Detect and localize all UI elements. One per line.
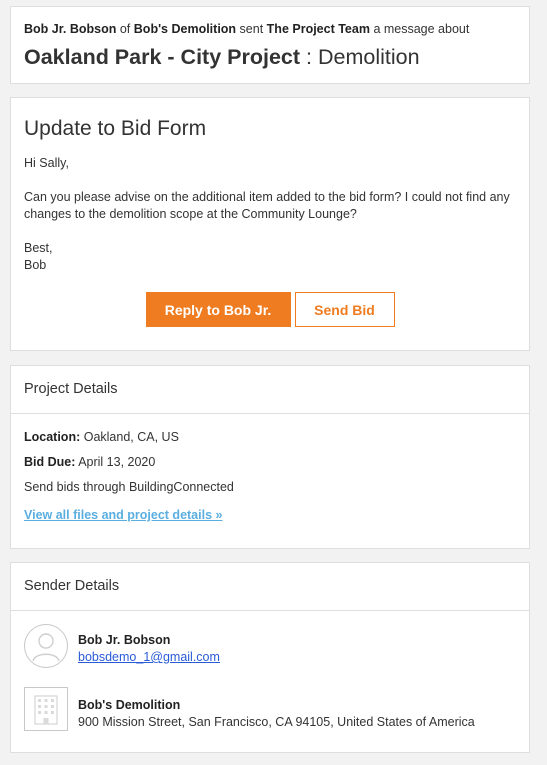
sender-person-name: Bob Jr. Bobson: [78, 633, 171, 647]
sender-company-address: 900 Mission Street, San Francisco, CA 94…: [78, 715, 475, 729]
bid-due-value: April 13, 2020: [78, 455, 156, 469]
message-body: Hi Sally, Can you please advise on the a…: [24, 155, 516, 275]
project-details-heading: Project Details: [11, 366, 529, 414]
location-value: Oakland, CA, US: [83, 430, 179, 444]
send-bid-button[interactable]: Send Bid: [294, 292, 395, 327]
view-project-details-link[interactable]: View all files and project details »: [24, 508, 222, 522]
sender-details-heading: Sender Details: [11, 563, 529, 611]
send-bids-note: Send bids through BuildingConnected: [24, 480, 234, 494]
sender-email-link[interactable]: bobsdemo_1@gmail.com: [78, 650, 220, 664]
location-label: Location:: [24, 430, 81, 444]
bid-due-label: Bid Due:: [24, 455, 76, 469]
message-card: Update to Bid Form Hi Sally, Can you ple…: [10, 97, 530, 351]
sender-company-row: Bob's Demolition 900 Mission Street, San…: [24, 687, 516, 733]
project-details-body: Location: Oakland, CA, US Bid Due: April…: [11, 414, 529, 522]
user-avatar-icon: [24, 624, 68, 668]
reply-button[interactable]: Reply to Bob Jr.: [145, 292, 291, 327]
project-title: Oakland Park - City Project : Demolition: [24, 43, 516, 71]
sent-text: sent: [239, 22, 264, 36]
message-greeting: Hi Sally,: [24, 156, 69, 170]
sender-company-info: Bob's Demolition 900 Mission Street, San…: [78, 697, 475, 731]
sender-company: Bob's Demolition: [133, 22, 237, 36]
sender-person-info: Bob Jr. Bobson bobsdemo_1@gmail.com: [78, 632, 220, 666]
sender-name: Bob Jr. Bobson: [24, 22, 117, 36]
message-signoff: Best, Bob: [24, 240, 516, 275]
trade-name: Demolition: [317, 45, 420, 69]
sender-details-card: Sender Details Bob Jr. Bobson bobsdemo_1…: [10, 562, 530, 753]
message-closing: Best,: [24, 240, 53, 255]
project-details-card: Project Details Location: Oakland, CA, U…: [10, 365, 530, 549]
building-icon: [24, 687, 68, 731]
recipient-name: The Project Team: [266, 22, 370, 36]
sender-person-row: Bob Jr. Bobson bobsdemo_1@gmail.com: [24, 624, 516, 670]
about-text: a message about: [373, 22, 470, 36]
bid-due-row: Bid Due: April 13, 2020: [24, 453, 516, 471]
header-summary: Bob Jr. Bobson of Bob's Demolition sent …: [24, 21, 516, 37]
of-text: of: [119, 22, 131, 36]
sender-company-name: Bob's Demolition: [78, 698, 181, 712]
message-text: Can you please advise on the additional …: [24, 189, 510, 222]
message-title: Update to Bid Form: [24, 117, 207, 140]
message-actions: Reply to Bob Jr. Send Bid: [11, 292, 529, 327]
message-header-card: Bob Jr. Bobson of Bob's Demolition sent …: [10, 6, 530, 84]
project-name: Oakland Park - City Project: [24, 45, 301, 69]
message-signature: Bob: [24, 258, 47, 272]
title-separator: :: [306, 45, 312, 69]
location-row: Location: Oakland, CA, US: [24, 428, 516, 446]
